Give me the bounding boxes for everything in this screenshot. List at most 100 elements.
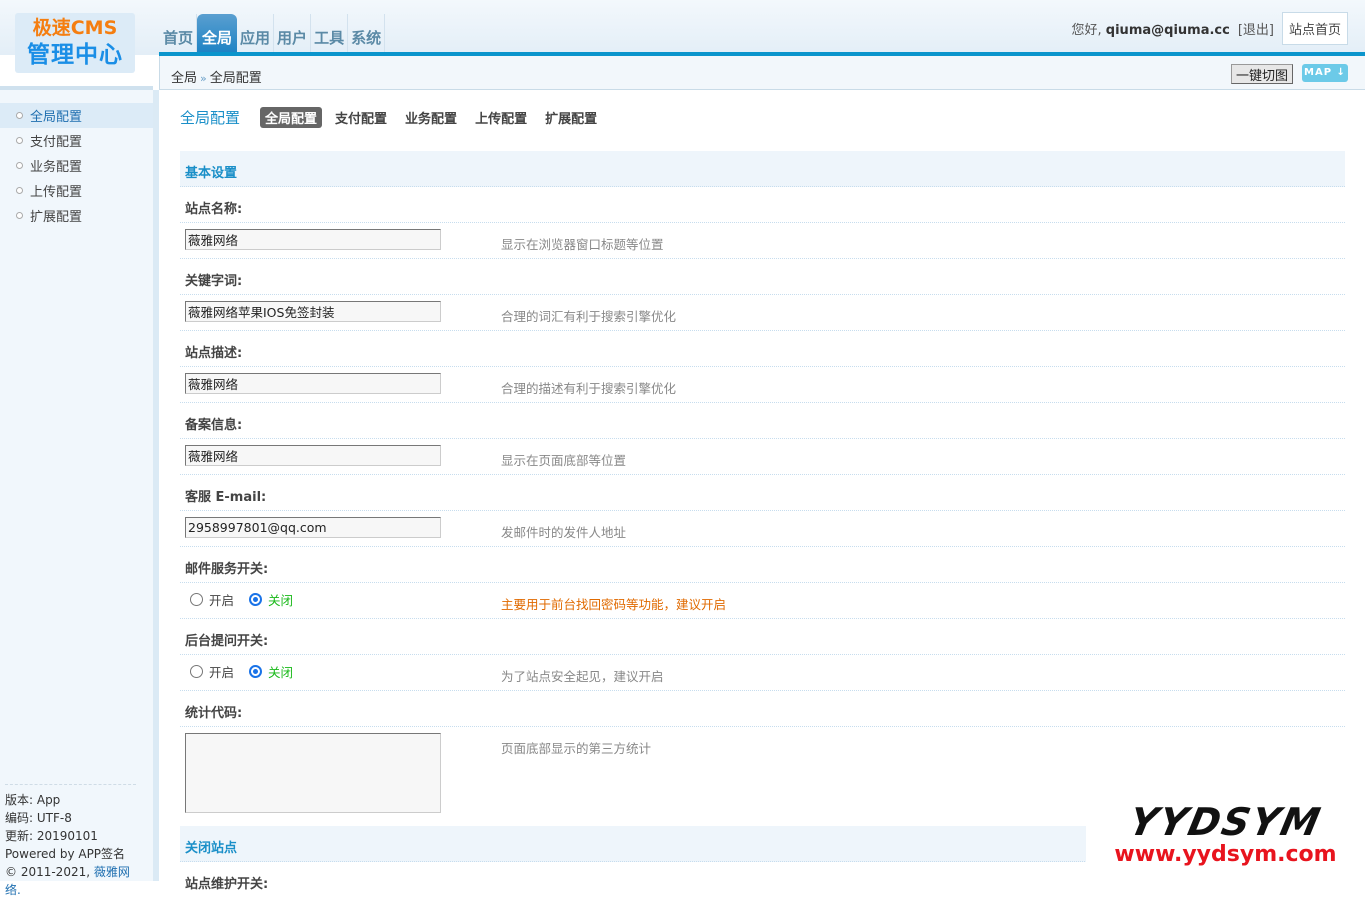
page-title: 全局配置 [180, 109, 241, 127]
field-label-row: 客服 E-mail: [180, 475, 1345, 511]
copyright: © 2011-2021, 薇雅网络. [5, 863, 136, 899]
field-label-row: 后台提问开关: [180, 619, 1345, 655]
mail-switch-off-radio[interactable] [249, 593, 263, 606]
sidebar-footer: 版本: App 编码: UTF-8 更新: 20190101 Powered b… [5, 784, 136, 899]
admin-question-on-label[interactable]: 开启 [209, 662, 234, 681]
sidebar-item-upload[interactable]: 上传配置 [0, 178, 153, 203]
nav-users[interactable]: 用户 [274, 14, 312, 52]
sidebar-item-label: 支付配置 [30, 135, 83, 150]
sidebar-top-border [0, 86, 153, 90]
field-label-row: 关键字词: [180, 259, 1345, 295]
one-click-cut-button[interactable]: 一键切图 [1230, 64, 1293, 84]
top-nav: 首页 全局 应用 用户 工具 系统 [160, 14, 386, 52]
description-tip: 合理的描述有利于搜索引擎优化 [501, 381, 677, 396]
title-row: 全局配置 全局配置 支付配置 业务配置 上传配置 扩展配置 [180, 107, 610, 128]
admin-question-off-label[interactable]: 关闭 [268, 662, 293, 681]
header: 极速CMS 管理中心 首页 全局 应用 用户 工具 系统 您好, qiuma@q… [0, 0, 1365, 73]
field-input-row: 发邮件时的发件人地址 [180, 511, 1345, 547]
update-info: 更新: 20190101 [5, 829, 98, 843]
keywords-label: 关键字词: [185, 274, 243, 289]
email-tip: 发邮件时的发件人地址 [501, 525, 627, 540]
mail-switch-label: 邮件服务开关: [185, 562, 269, 577]
description-input[interactable] [185, 373, 441, 394]
breadcrumb-bar: 全局» 全局配置 一键切图 MAP ↓ [159, 56, 1365, 90]
icp-label: 备案信息: [185, 418, 243, 433]
bullet-icon [16, 137, 23, 144]
logout-link[interactable]: [退出] [1238, 19, 1274, 38]
logo-line2: 管理中心 [27, 42, 123, 68]
admin-question-on-radio[interactable] [190, 665, 203, 678]
section-basic-settings: 基本设置 [180, 151, 1345, 187]
greeting-text: 您好, [1071, 23, 1102, 38]
icp-input[interactable] [185, 445, 441, 466]
sidebar: 全局配置 支付配置 业务配置 上传配置 扩展配置 版本: App 编码: UTF… [0, 86, 159, 897]
field-input-row: 开启 关闭 主要用于前台找回密码等功能，建议开启 [180, 583, 1345, 619]
tab-global[interactable]: 全局配置 [260, 107, 323, 128]
field-label-row: 备案信息: [180, 403, 1345, 439]
logo: 极速CMS 管理中心 [15, 13, 135, 73]
site-name-input[interactable] [185, 229, 441, 250]
icp-tip: 显示在页面底部等位置 [501, 453, 627, 468]
nav-system[interactable]: 系统 [348, 14, 386, 52]
email-label: 客服 E-mail: [185, 490, 267, 505]
stats-code-label: 统计代码: [185, 706, 243, 721]
site-name-label: 站点名称: [185, 202, 243, 217]
nav-tools[interactable]: 工具 [311, 14, 349, 52]
sidebar-item-payment[interactable]: 支付配置 [0, 128, 153, 153]
tab-payment[interactable]: 支付配置 [330, 107, 392, 128]
username: qiuma@qiuma.cc [1105, 23, 1230, 38]
mail-switch-on-radio[interactable] [190, 593, 203, 606]
tab-extension[interactable]: 扩展配置 [540, 107, 602, 128]
sidebar-item-label: 业务配置 [30, 160, 83, 175]
field-label-row: 站点名称: [180, 187, 1345, 223]
sidebar-item-extension[interactable]: 扩展配置 [0, 203, 153, 228]
nav-apps[interactable]: 应用 [237, 14, 275, 52]
sidebar-item-label: 扩展配置 [30, 210, 83, 225]
main-content: 全局配置 全局配置 支付配置 业务配置 上传配置 扩展配置 基本设置 站点名称:… [165, 91, 1365, 892]
admin-question-tip: 为了站点安全起见，建议开启 [501, 669, 664, 684]
tab-upload[interactable]: 上传配置 [470, 107, 532, 128]
map-button[interactable]: MAP ↓ [1302, 64, 1348, 82]
nav-global[interactable]: 全局 [197, 14, 238, 52]
sidebar-item-label: 上传配置 [30, 185, 83, 200]
sidebar-menu: 全局配置 支付配置 业务配置 上传配置 扩展配置 [0, 103, 153, 228]
breadcrumb-root[interactable]: 全局 [171, 71, 197, 86]
field-input-row: 显示在浏览器窗口标题等位置 [180, 223, 1345, 259]
keywords-tip: 合理的词汇有利于搜索引擎优化 [501, 309, 677, 324]
sidebar-item-global[interactable]: 全局配置 [0, 103, 153, 128]
mail-switch-off-label[interactable]: 关闭 [268, 590, 293, 609]
version-info: 版本: App [5, 793, 61, 807]
admin-question-label: 后台提问开关: [185, 634, 269, 649]
sidebar-item-business[interactable]: 业务配置 [0, 153, 153, 178]
field-label-row: 统计代码: [180, 691, 1345, 727]
bullet-icon [16, 162, 23, 169]
site-home-button[interactable]: 站点首页 [1281, 12, 1348, 45]
stats-code-tip: 页面底部显示的第三方统计 [501, 741, 652, 756]
user-bar: 您好, qiuma@qiuma.cc [退出] 站点首页 [1072, 12, 1348, 45]
tab-business[interactable]: 业务配置 [400, 107, 462, 128]
field-input-row: 合理的词汇有利于搜索引擎优化 [180, 295, 1345, 331]
user-greeting: 您好, qiuma@qiuma.cc [1072, 19, 1230, 38]
stats-code-textarea[interactable] [185, 733, 441, 813]
bullet-icon [16, 212, 23, 219]
bullet-icon [16, 187, 23, 194]
breadcrumb-separator-icon: » [200, 72, 207, 85]
watermark-brand: YYDSYM [1125, 800, 1326, 844]
admin-question-off-radio[interactable] [249, 665, 263, 678]
mail-switch-radio-group: 开启 关闭 [190, 590, 308, 609]
field-input-row: 开启 关闭 为了站点安全起见，建议开启 [180, 655, 1345, 691]
field-label-row: 站点描述: [180, 331, 1345, 367]
admin-question-radio-group: 开启 关闭 [190, 662, 308, 681]
description-label: 站点描述: [185, 346, 243, 361]
keywords-input[interactable] [185, 301, 441, 322]
mail-switch-on-label[interactable]: 开启 [209, 590, 234, 609]
nav-home[interactable]: 首页 [160, 14, 198, 52]
encoding-info: 编码: UTF-8 [5, 811, 72, 825]
mail-switch-tip: 主要用于前台找回密码等功能，建议开启 [501, 597, 727, 612]
sidebar-item-label: 全局配置 [30, 110, 83, 125]
email-input[interactable] [185, 517, 441, 538]
field-label-row: 邮件服务开关: [180, 547, 1345, 583]
powered-by: Powered by APP签名 [5, 847, 126, 861]
logo-line1: 极速CMS [32, 17, 118, 39]
field-input-row: 显示在页面底部等位置 [180, 439, 1345, 475]
